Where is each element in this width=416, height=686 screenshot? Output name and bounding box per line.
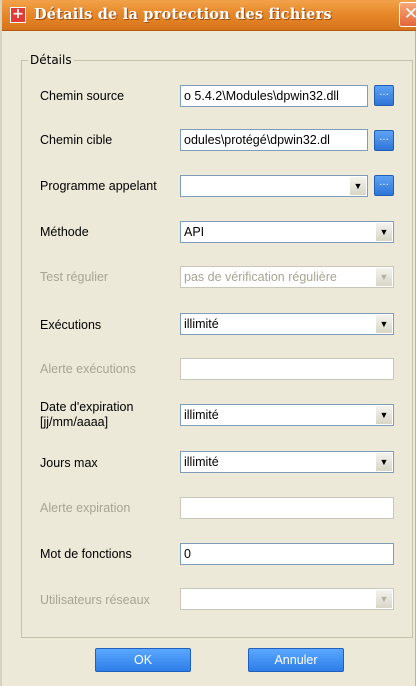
max-days-value: illimité xyxy=(184,455,219,469)
dropdown-arrow-icon: ▼ xyxy=(375,590,392,608)
target-browse-button[interactable]: ... xyxy=(374,130,394,151)
expiry-date-value: illimité xyxy=(184,408,219,422)
details-legend: Détails xyxy=(30,53,72,67)
executions-value: illimité xyxy=(184,317,219,331)
network-users-select: ▼ xyxy=(180,588,394,610)
caller-program-select[interactable]: ▼ xyxy=(180,175,368,197)
target-path-label: Chemin cible xyxy=(40,133,113,147)
dialog-window: + Détails de la protection des fichiers … xyxy=(0,0,416,686)
dropdown-arrow-icon: ▼ xyxy=(375,268,392,286)
expiry-date-label-line1: Date d'expiration xyxy=(40,400,134,414)
network-users-label: Utilisateurs réseaux xyxy=(40,593,150,607)
method-label: Méthode xyxy=(40,225,89,239)
expiry-date-select[interactable]: illimité ▼ xyxy=(180,404,394,426)
app-plus-icon: + xyxy=(10,7,26,23)
regular-test-select: pas de vérification régulière ▼ xyxy=(180,266,394,288)
execution-alert-label: Alerte exécutions xyxy=(40,362,136,376)
regular-test-label: Test régulier xyxy=(40,270,109,284)
max-days-select[interactable]: illimité ▼ xyxy=(180,451,394,473)
expiry-date-label: Date d'expiration [jj/mm/aaaa] xyxy=(40,400,133,430)
function-word-label: Mot de fonctions xyxy=(40,547,132,561)
cancel-button[interactable]: Annuler xyxy=(248,648,344,672)
source-path-input[interactable]: o 5.4.2\Modules\dpwin32.dll xyxy=(180,85,368,107)
executions-label: Exécutions xyxy=(40,318,102,332)
expiry-date-format-hint: [jj/mm/aaaa] xyxy=(40,415,109,429)
execution-alert-input xyxy=(180,358,394,380)
target-path-input[interactable]: odules\protégé\dpwin32.dl xyxy=(180,129,368,151)
close-button[interactable]: ✕ xyxy=(399,2,416,27)
dropdown-arrow-icon[interactable]: ▼ xyxy=(375,406,392,424)
dropdown-arrow-icon[interactable]: ▼ xyxy=(375,315,392,333)
source-path-label: Chemin source xyxy=(40,89,125,103)
max-days-label: Jours max xyxy=(40,456,98,470)
dropdown-arrow-icon[interactable]: ▼ xyxy=(349,177,366,195)
window-title: Détails de la protection des fichiers xyxy=(34,6,332,23)
function-word-input[interactable]: 0 xyxy=(180,543,394,565)
executions-select[interactable]: illimité ▼ xyxy=(180,313,394,335)
caller-program-label: Programme appelant xyxy=(40,179,157,193)
regular-test-value: pas de vérification régulière xyxy=(184,270,337,284)
expiry-alert-input xyxy=(180,497,394,519)
ok-button[interactable]: OK xyxy=(95,648,191,672)
method-select[interactable]: API ▼ xyxy=(180,221,394,243)
expiry-alert-label: Alerte expiration xyxy=(40,501,131,515)
dropdown-arrow-icon[interactable]: ▼ xyxy=(375,453,392,471)
caller-browse-button[interactable]: ... xyxy=(374,175,394,196)
source-browse-button[interactable]: ... xyxy=(374,85,394,106)
method-value: API xyxy=(184,225,205,239)
title-bar[interactable]: + Détails de la protection des fichiers … xyxy=(2,0,416,31)
dropdown-arrow-icon[interactable]: ▼ xyxy=(375,223,392,241)
